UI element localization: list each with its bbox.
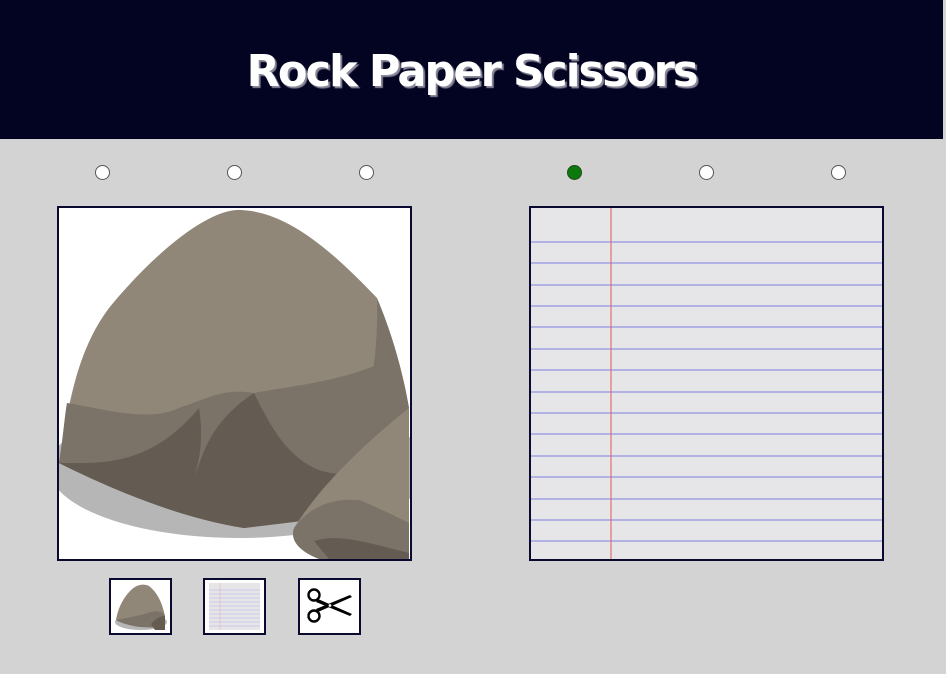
- rock-image: [59, 209, 410, 559]
- paper-icon: [209, 583, 260, 630]
- computer-scissors-radio: [831, 165, 846, 180]
- header-bar: Rock Paper Scissors: [0, 0, 943, 139]
- computer-choice-panel: [529, 206, 884, 561]
- scissors-icon: [307, 588, 352, 623]
- rock-icon: [115, 584, 167, 630]
- scissors-thumbnail-button[interactable]: [298, 578, 361, 635]
- paper-image: [531, 208, 882, 559]
- computer-rock-radio: [567, 165, 582, 180]
- player-paper-radio[interactable]: [227, 165, 242, 180]
- page-title: Rock Paper Scissors: [246, 45, 698, 97]
- player-choice-panel: [57, 206, 412, 561]
- paper-thumbnail-button[interactable]: [203, 578, 266, 635]
- player-scissors-radio[interactable]: [359, 165, 374, 180]
- rock-thumbnail-button[interactable]: [109, 578, 172, 635]
- computer-paper-radio: [699, 165, 714, 180]
- player-rock-radio[interactable]: [95, 165, 110, 180]
